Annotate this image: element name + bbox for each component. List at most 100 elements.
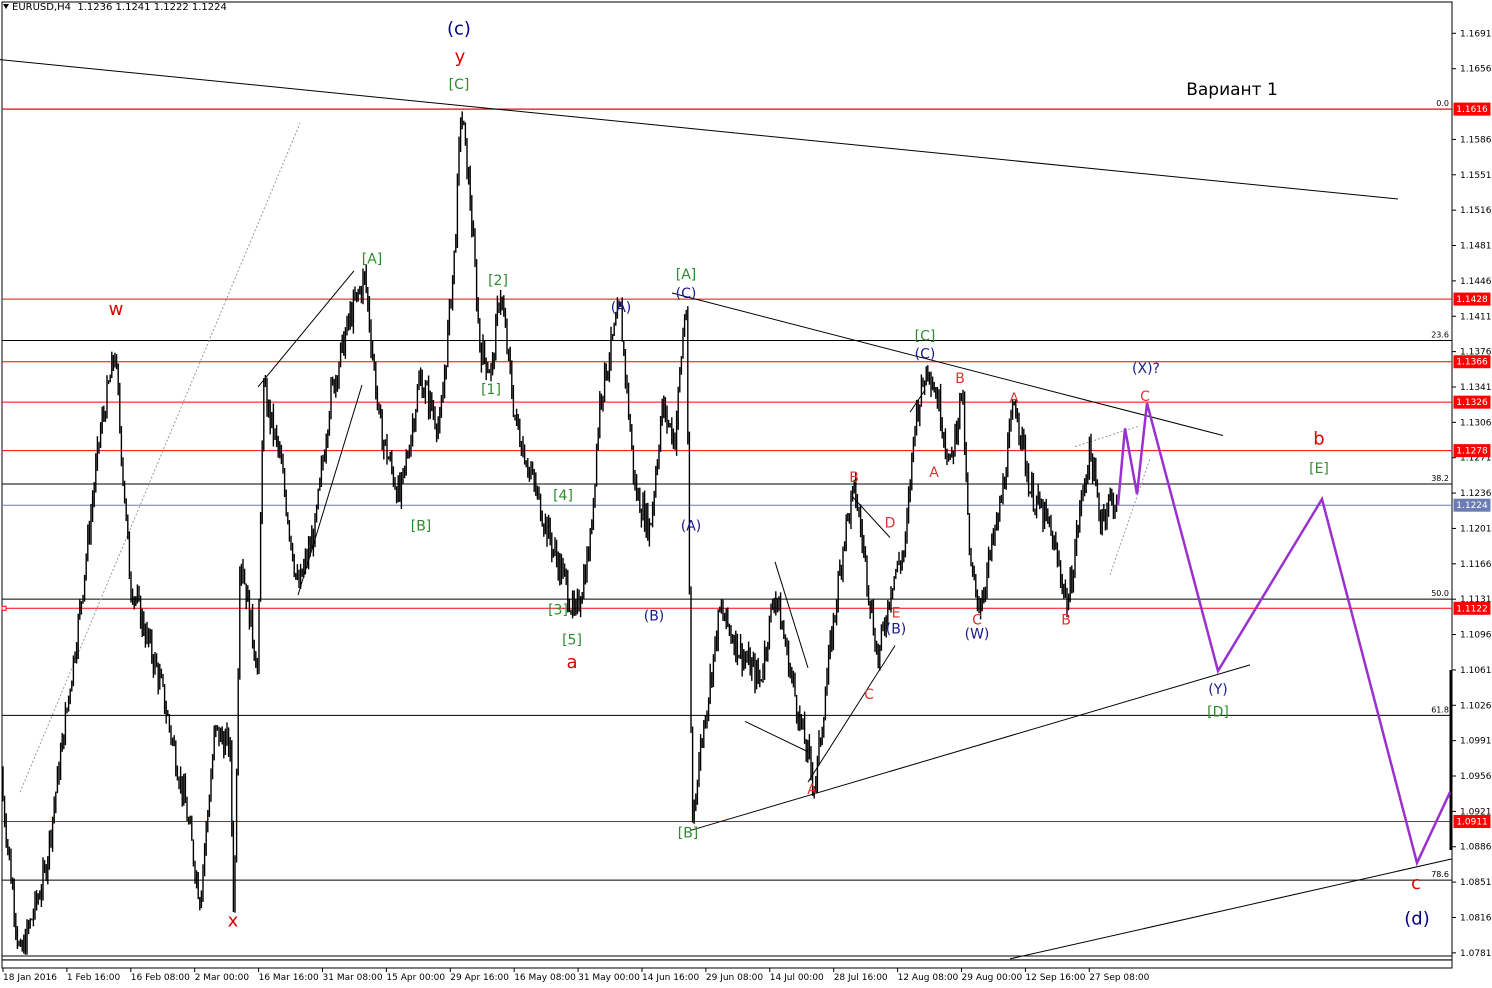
y-tick-label: 1.0816: [1460, 913, 1492, 923]
y-tick-label: 1.1586: [1460, 135, 1492, 145]
price-tag-label: 1.1326: [1456, 398, 1488, 408]
x-tick-label: 15 Apr 00:00: [386, 973, 445, 983]
wave-label: [1]: [481, 382, 501, 398]
dotted-trendline: [19, 123, 301, 793]
y-tick-label: 1.1236: [1460, 489, 1492, 499]
wave-label: (W): [965, 627, 990, 643]
level-anchor-marker: [1, 605, 7, 611]
wave-label: (B): [886, 621, 907, 637]
wave-label: Вариант 1: [1186, 80, 1278, 100]
wave-label: (A): [611, 300, 632, 316]
y-tick-label: 1.1691: [1460, 29, 1492, 39]
wave-label: A: [807, 782, 817, 798]
y-tick-label: 1.1481: [1460, 242, 1492, 252]
x-tick-label: 2 Mar 00:00: [195, 973, 250, 983]
fibo-level-label: 78.6: [1431, 870, 1449, 879]
y-tick-label: 1.1411: [1460, 312, 1492, 322]
y-tick-label: 1.1026: [1460, 701, 1492, 711]
wave-label: c: [1411, 873, 1421, 894]
wave-label: [C]: [915, 328, 936, 344]
wave-label: b: [1313, 429, 1324, 450]
x-tick-label: 12 Sep 16:00: [1025, 973, 1085, 983]
price-tag-label: 1.1428: [1456, 295, 1488, 305]
y-tick-label: 1.0781: [1460, 949, 1492, 959]
price-chart[interactable]: 1.1691 1.1656 1.1586 1.1551 1.1516 1.1481 1.14…: [0, 0, 1492, 988]
wave-label: B: [1061, 612, 1071, 628]
wave-label: [A]: [362, 252, 383, 268]
wave-label: [4]: [553, 488, 573, 504]
wave-label: [E]: [1309, 461, 1329, 477]
chart-window: EURUSD,H4 1.1236 1.1241 1.1222 1.1224 1.…: [0, 0, 1492, 988]
trendline: [689, 664, 1251, 832]
fibo-level-label: 38.2: [1431, 474, 1449, 483]
wave-label: B: [849, 470, 859, 486]
wave-label: (A): [681, 518, 702, 534]
wave-label: (C): [915, 347, 936, 363]
wave-label: A: [1009, 391, 1019, 407]
y-tick-label: 1.1516: [1460, 206, 1492, 216]
y-tick-label: 1.0956: [1460, 772, 1492, 782]
y-tick-label: 1.1551: [1460, 171, 1492, 181]
wave-label: D: [885, 515, 896, 531]
price-tag-label: 1.1278: [1456, 447, 1488, 457]
trendline: [1009, 858, 1453, 960]
wave-label: B: [955, 371, 965, 387]
wave-label: a: [566, 652, 577, 673]
wave-label: (B): [644, 608, 665, 624]
wave-label: (c): [447, 18, 471, 39]
wave-label: (Y): [1208, 682, 1227, 698]
wave-label: E: [892, 605, 901, 621]
y-tick-label: 1.1166: [1460, 560, 1492, 570]
wave-label: [D]: [1207, 704, 1229, 720]
fibo-level-label: 23.6: [1431, 331, 1449, 340]
y-tick-label: 1.0991: [1460, 737, 1492, 747]
x-tick-label: 31 May 00:00: [578, 973, 640, 983]
y-tick-label: 1.1096: [1460, 631, 1492, 641]
x-tick-label: 16 Feb 08:00: [131, 973, 190, 983]
y-tick-label: 1.1656: [1460, 65, 1492, 75]
x-tick-label: 14 Jul 00:00: [770, 973, 824, 983]
x-tick-label: 29 Apr 16:00: [450, 973, 509, 983]
x-tick-label: 31 Mar 08:00: [323, 973, 383, 983]
x-tick-label: 29 Jun 08:00: [706, 973, 763, 983]
price-tag-label: 1.1122: [1456, 604, 1488, 614]
wave-label: (C): [676, 286, 697, 302]
fibo-level-label: 50.0: [1431, 589, 1449, 598]
price-tag-label: 1.1616: [1456, 105, 1488, 115]
y-tick-label: 1.1446: [1460, 277, 1492, 287]
y-tick-label: 1.0851: [1460, 878, 1492, 888]
dotted-trendline: [1109, 458, 1151, 576]
y-tick-label: 1.1061: [1460, 666, 1492, 676]
y-tick-label: 1.1341: [1460, 383, 1492, 393]
wave-label: [C]: [449, 77, 470, 93]
candles-group: [2, 111, 1118, 955]
forecast-path: [1116, 402, 1452, 867]
wave-label: C: [864, 687, 874, 703]
price-tag-label: 1.1224: [1456, 501, 1488, 511]
plot-frame: [1, 1, 1453, 969]
x-tick-label: 16 Mar 16:00: [259, 973, 319, 983]
wave-label: x: [228, 911, 239, 932]
wave-label: (X)?: [1132, 361, 1160, 377]
fibo-level-label: 0.0: [1436, 99, 1449, 108]
x-tick-label: 28 Jul 16:00: [834, 973, 888, 983]
y-tick-label: 1.1306: [1460, 418, 1492, 428]
price-tag-label: 1.1366: [1456, 358, 1488, 368]
wave-label: y: [455, 47, 466, 68]
wave-label: (d): [1404, 908, 1429, 929]
y-tick-label: 1.1201: [1460, 524, 1492, 534]
x-tick-label: 14 Jun 16:00: [642, 973, 699, 983]
x-tick-label: 27 Sep 08:00: [1089, 973, 1149, 983]
trendline: [807, 645, 896, 783]
y-tick-label: 1.0886: [1460, 843, 1492, 853]
wave-label: [5]: [562, 633, 582, 649]
fibo-level-label: 61.8: [1431, 705, 1449, 714]
wave-label: [A]: [676, 267, 697, 283]
x-tick-label: 1 Feb 16:00: [67, 973, 121, 983]
wave-label: w: [109, 299, 124, 320]
x-tick-label: 12 Aug 08:00: [898, 973, 959, 983]
wave-label: [3]: [548, 602, 568, 618]
price-tag-label: 1.0911: [1456, 817, 1488, 827]
wave-label: A: [929, 465, 939, 481]
x-tick-label: 29 Aug 00:00: [962, 973, 1023, 983]
